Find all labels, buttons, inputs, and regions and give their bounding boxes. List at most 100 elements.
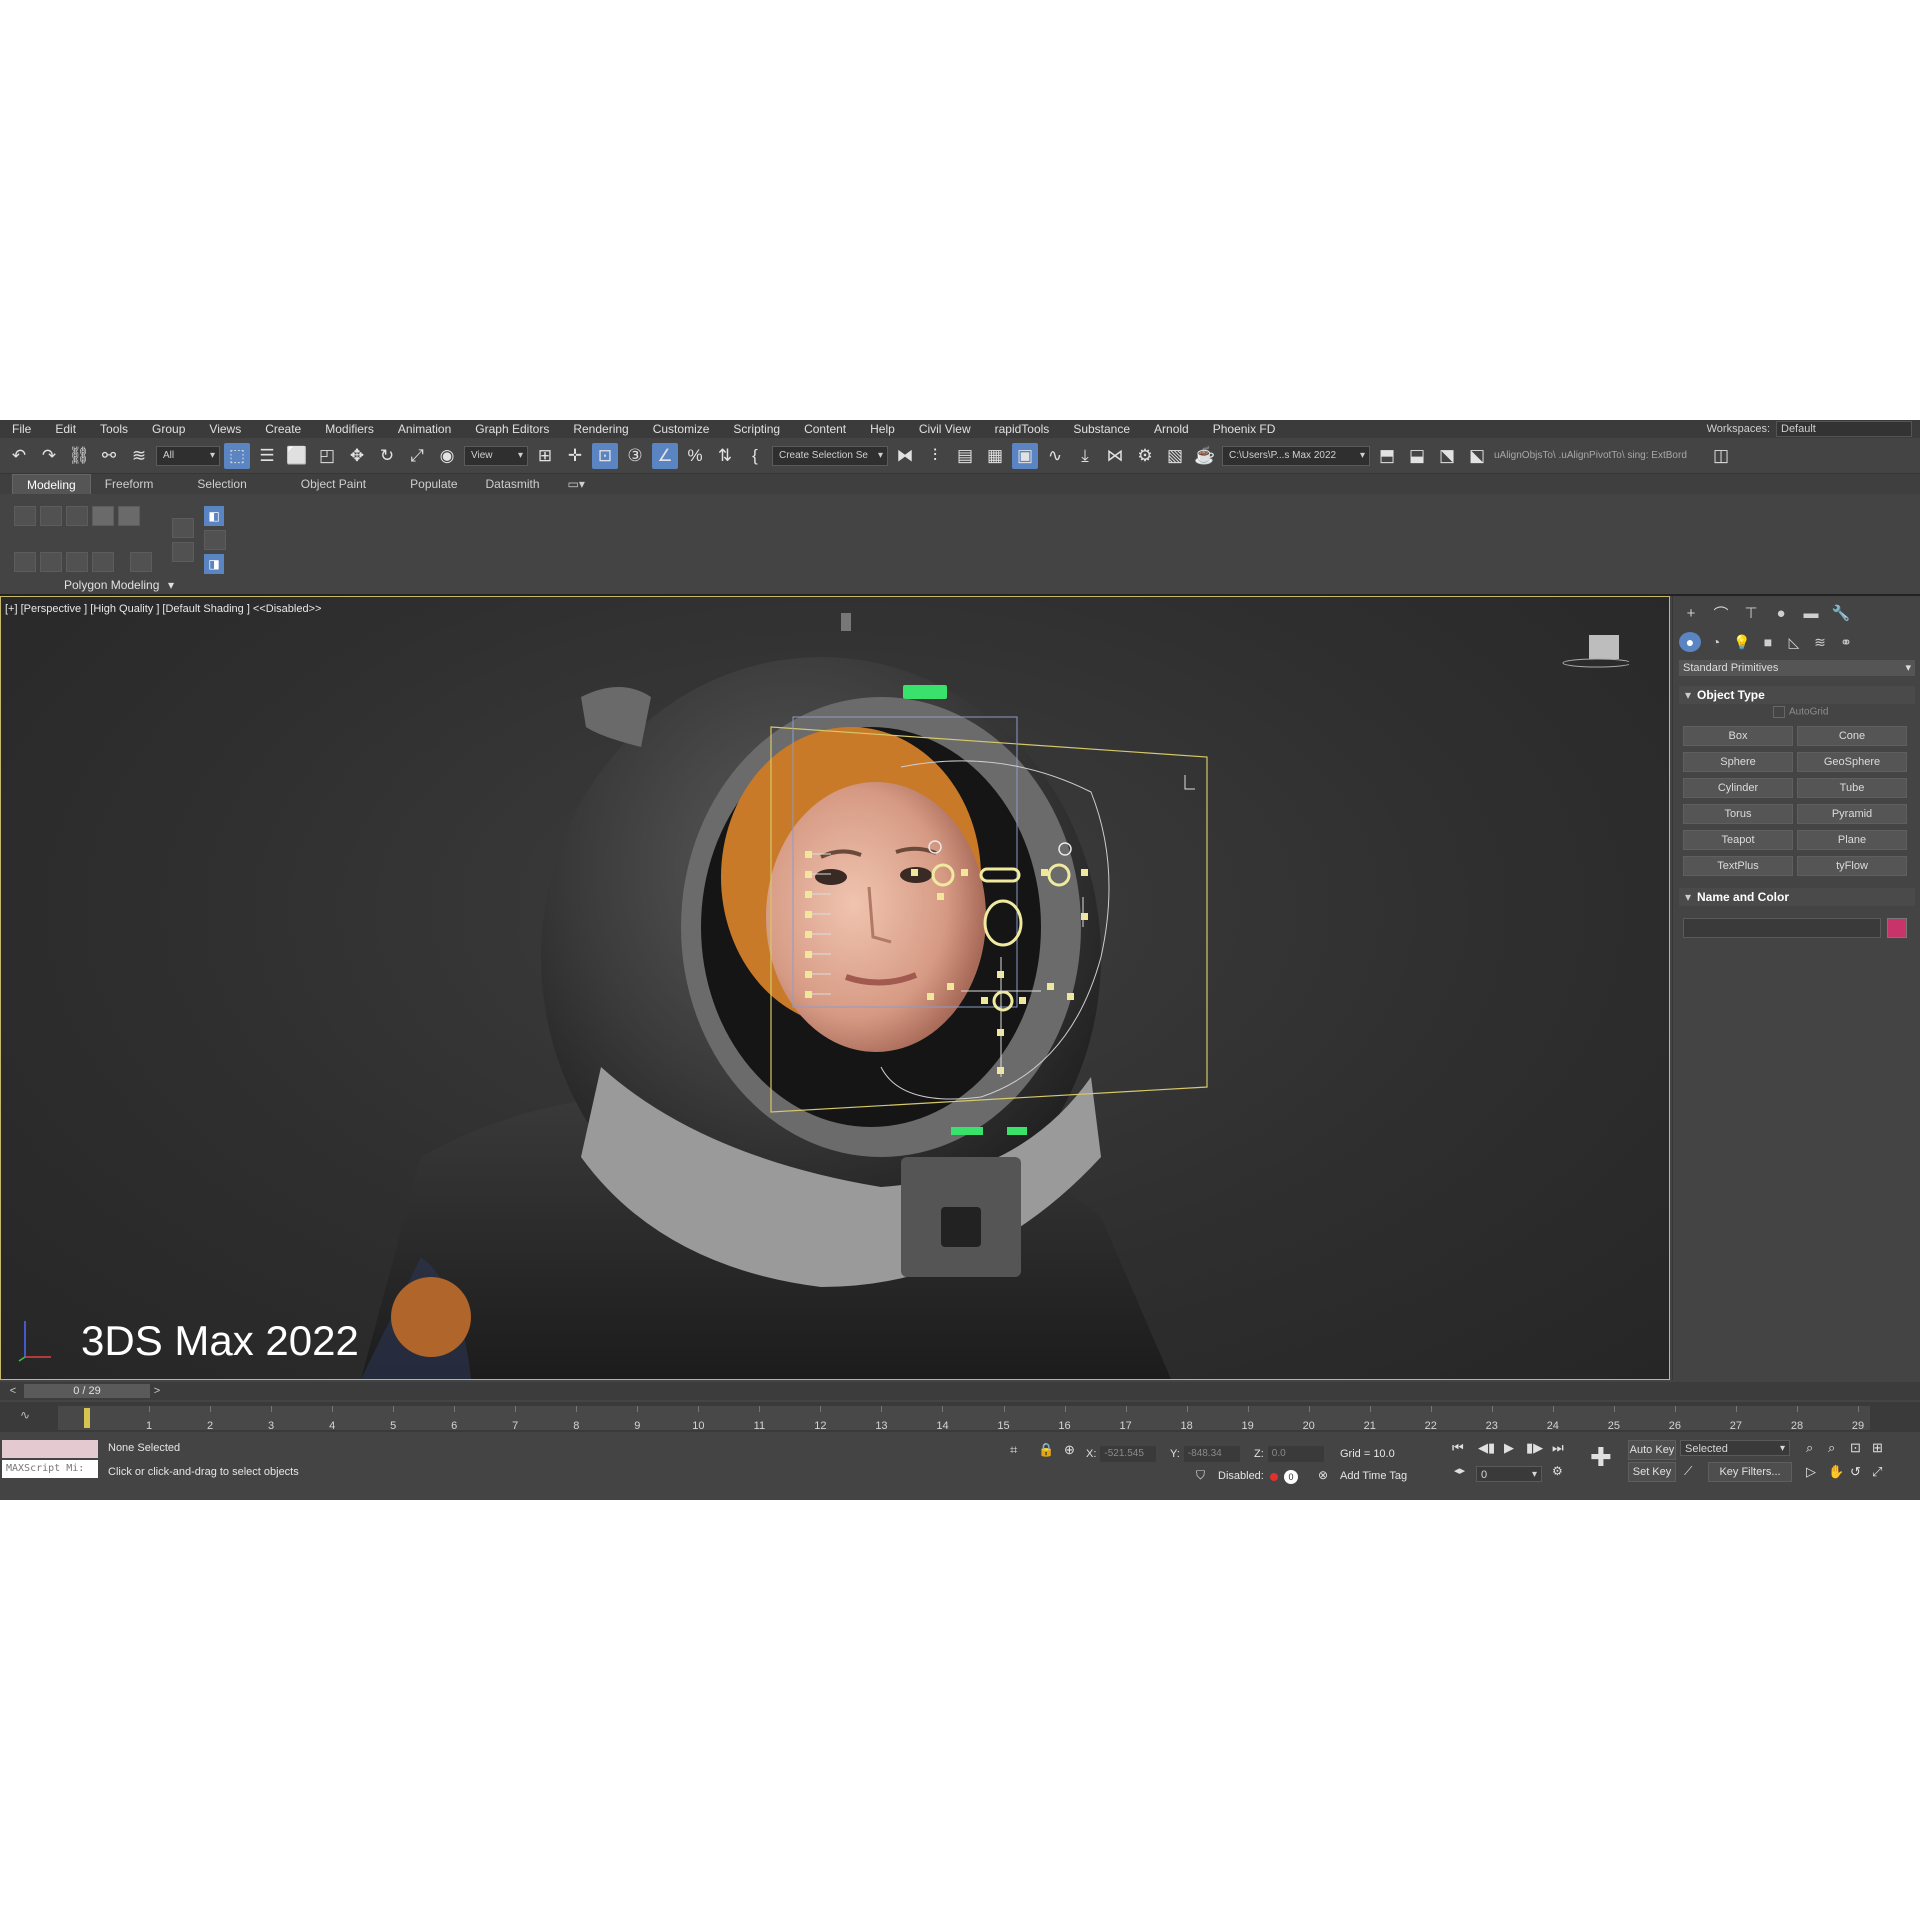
align-icon[interactable]: ⫶	[922, 443, 948, 469]
object-type-title[interactable]: Object Type	[1679, 686, 1915, 704]
go-to-start-icon[interactable]: ⏮	[1452, 1440, 1464, 1456]
tab-populate[interactable]: Populate	[380, 474, 471, 494]
box-button[interactable]: Box	[1683, 726, 1793, 746]
absolute-mode-icon[interactable]: ⊕	[1064, 1442, 1075, 1458]
key-mode-dropdown[interactable]: Selected	[1680, 1440, 1790, 1457]
tab-datasmith[interactable]: Datasmith	[472, 474, 554, 494]
helpers-icon[interactable]: ◺	[1783, 632, 1805, 652]
modify-tab-icon[interactable]: ⌒	[1709, 602, 1733, 624]
pan-icon[interactable]: ✋	[1828, 1464, 1844, 1480]
plane-button[interactable]: Plane	[1797, 830, 1907, 850]
track-bar[interactable]: ∿ 1 2 3 4 5 6 7 8 9 10 11 12 13 14 15 16 17 18 19 20 21 22 23 2…	[0, 1402, 1920, 1432]
current-frame-marker[interactable]	[84, 1408, 90, 1428]
named-selection-set-dropdown[interactable]: Create Selection Se	[772, 445, 888, 466]
rendered-frame-window-icon[interactable]: ▧	[1162, 443, 1188, 469]
tube-button[interactable]: Tube	[1797, 778, 1907, 798]
current-frame-field[interactable]: 0	[1476, 1466, 1542, 1483]
time-tag-icon[interactable]: ⊗	[1318, 1468, 1328, 1482]
project-tool-icon-2[interactable]: ⬓	[1404, 443, 1430, 469]
ribbon-preserve-uvs-icon[interactable]	[92, 552, 114, 572]
object-color-swatch[interactable]	[1887, 918, 1907, 938]
autogrid-checkbox[interactable]: AutoGrid	[1773, 706, 1828, 718]
next-key-icon[interactable]: ▮▶	[1526, 1440, 1543, 1456]
go-to-end-icon[interactable]: ⏭	[1552, 1440, 1564, 1456]
time-tag-zero-icon[interactable]: 0	[1284, 1470, 1298, 1484]
y-field[interactable]: -848.34	[1183, 1446, 1240, 1462]
ribbon-next-modifier-icon[interactable]	[66, 552, 88, 572]
undo-icon[interactable]: ↶	[6, 443, 32, 469]
maximize-viewport-icon[interactable]: ⤢	[1872, 1464, 1882, 1480]
zoom-extents-icon[interactable]: ⊡	[1850, 1440, 1861, 1456]
percent-snap-icon[interactable]: %	[682, 443, 708, 469]
teapot-button[interactable]: Teapot	[1683, 830, 1793, 850]
menu-phoenix-fd[interactable]: Phoenix FD	[1201, 422, 1288, 436]
ribbon-use-displacement-icon[interactable]	[172, 542, 194, 562]
angle-snap-icon[interactable]: ∠	[652, 442, 678, 469]
tab-modeling[interactable]: Modeling	[12, 473, 91, 495]
hierarchy-tab-icon[interactable]: ⊤	[1739, 602, 1763, 624]
move-icon[interactable]: ✥	[344, 443, 370, 469]
curve-editor-icon[interactable]: ∿	[1042, 443, 1068, 469]
ribbon-toggle-icon[interactable]: ▣	[1012, 442, 1038, 469]
ribbon-show-end-result-icon[interactable]: ◧	[204, 506, 224, 526]
project-tool-icon-1[interactable]: ⬒	[1374, 443, 1400, 469]
menu-file[interactable]: File	[0, 422, 43, 436]
sphere-button[interactable]: Sphere	[1683, 752, 1793, 772]
render-production-icon[interactable]: ☕	[1192, 443, 1218, 469]
textplus-button[interactable]: TextPlus	[1683, 856, 1793, 876]
torus-button[interactable]: Torus	[1683, 804, 1793, 824]
mini-curve-editor-icon[interactable]: ∿	[20, 1408, 30, 1422]
menu-arnold[interactable]: Arnold	[1142, 422, 1201, 436]
cameras-icon[interactable]: ■	[1757, 632, 1779, 652]
select-by-name-icon[interactable]: ☰	[254, 443, 280, 469]
maxscript-listener-mini[interactable]	[2, 1440, 98, 1458]
render-setup-icon[interactable]: ⚙	[1132, 443, 1158, 469]
ribbon-collapse-stack-icon[interactable]	[130, 552, 152, 572]
tab-selection[interactable]: Selection	[167, 474, 260, 494]
play-icon[interactable]: ▶	[1504, 1440, 1514, 1456]
menu-create[interactable]: Create	[253, 422, 313, 436]
scale-icon[interactable]: ⤢	[404, 443, 430, 469]
tab-object-paint[interactable]: Object Paint	[261, 474, 380, 494]
select-object-icon[interactable]: ⬚	[224, 442, 250, 469]
track-lane[interactable]: 1 2 3 4 5 6 7 8 9 10 11 12 13 14 15 16 17 18 19 20 21 22 23 24 2…	[58, 1406, 1870, 1432]
ribbon-border-icon[interactable]	[66, 506, 88, 526]
menu-substance[interactable]: Substance	[1061, 422, 1142, 436]
menu-animation[interactable]: Animation	[386, 422, 463, 436]
geosphere-button[interactable]: GeoSphere	[1797, 752, 1907, 772]
field-of-view-icon[interactable]: ▷	[1806, 1464, 1816, 1480]
autogrid-box[interactable]	[1773, 706, 1785, 718]
name-and-color-rollout[interactable]: Name and Color	[1679, 888, 1915, 906]
workspace-dropdown[interactable]: Default	[1776, 421, 1912, 437]
object-type-rollout[interactable]: Object Type	[1679, 686, 1915, 704]
selection-lock-icon[interactable]: 🔒	[1038, 1442, 1054, 1458]
geometry-icon[interactable]: ●	[1679, 632, 1701, 652]
lights-icon[interactable]: 💡	[1731, 632, 1753, 652]
redo-icon[interactable]: ↷	[36, 443, 62, 469]
ribbon-options-icon[interactable]: ▭▾	[554, 474, 599, 494]
menu-tools[interactable]: Tools	[88, 422, 140, 436]
menu-customize[interactable]: Customize	[641, 422, 722, 436]
project-tool-icon-3[interactable]: ⬔	[1434, 443, 1460, 469]
default-tangent-icon[interactable]: ⟋	[1684, 1464, 1692, 1479]
zoom-icon[interactable]: ⌕	[1806, 1440, 1813, 1456]
spinner-snap-icon[interactable]: ⇅	[712, 443, 738, 469]
unlink-icon[interactable]: ⚯	[96, 443, 122, 469]
shapes-icon[interactable]: ◔	[1705, 632, 1727, 652]
link-icon[interactable]: ⛓	[66, 443, 92, 469]
previous-frame-icon[interactable]: <	[6, 1384, 20, 1398]
menu-help[interactable]: Help	[858, 422, 907, 436]
schematic-view-icon[interactable]: ⤓	[1072, 443, 1098, 469]
space-warps-icon[interactable]: ≋	[1809, 632, 1831, 652]
menu-edit[interactable]: Edit	[43, 422, 88, 436]
isolate-selection-icon[interactable]: ⌗	[1010, 1442, 1017, 1458]
edit-named-selection-icon[interactable]: {	[742, 443, 768, 469]
menu-rapidtools[interactable]: rapidTools	[983, 422, 1062, 436]
cylinder-button[interactable]: Cylinder	[1683, 778, 1793, 798]
primitive-category-dropdown[interactable]: Standard Primitives	[1679, 660, 1915, 676]
ribbon-toggle-pin-icon[interactable]	[204, 530, 226, 550]
ribbon-make-unique-icon[interactable]: ◨	[204, 554, 224, 574]
viewport-layout-icon[interactable]: ◫	[1708, 443, 1734, 469]
display-tab-icon[interactable]: ▬	[1799, 602, 1823, 624]
rectangular-selection-icon[interactable]: ⬜	[284, 443, 310, 469]
